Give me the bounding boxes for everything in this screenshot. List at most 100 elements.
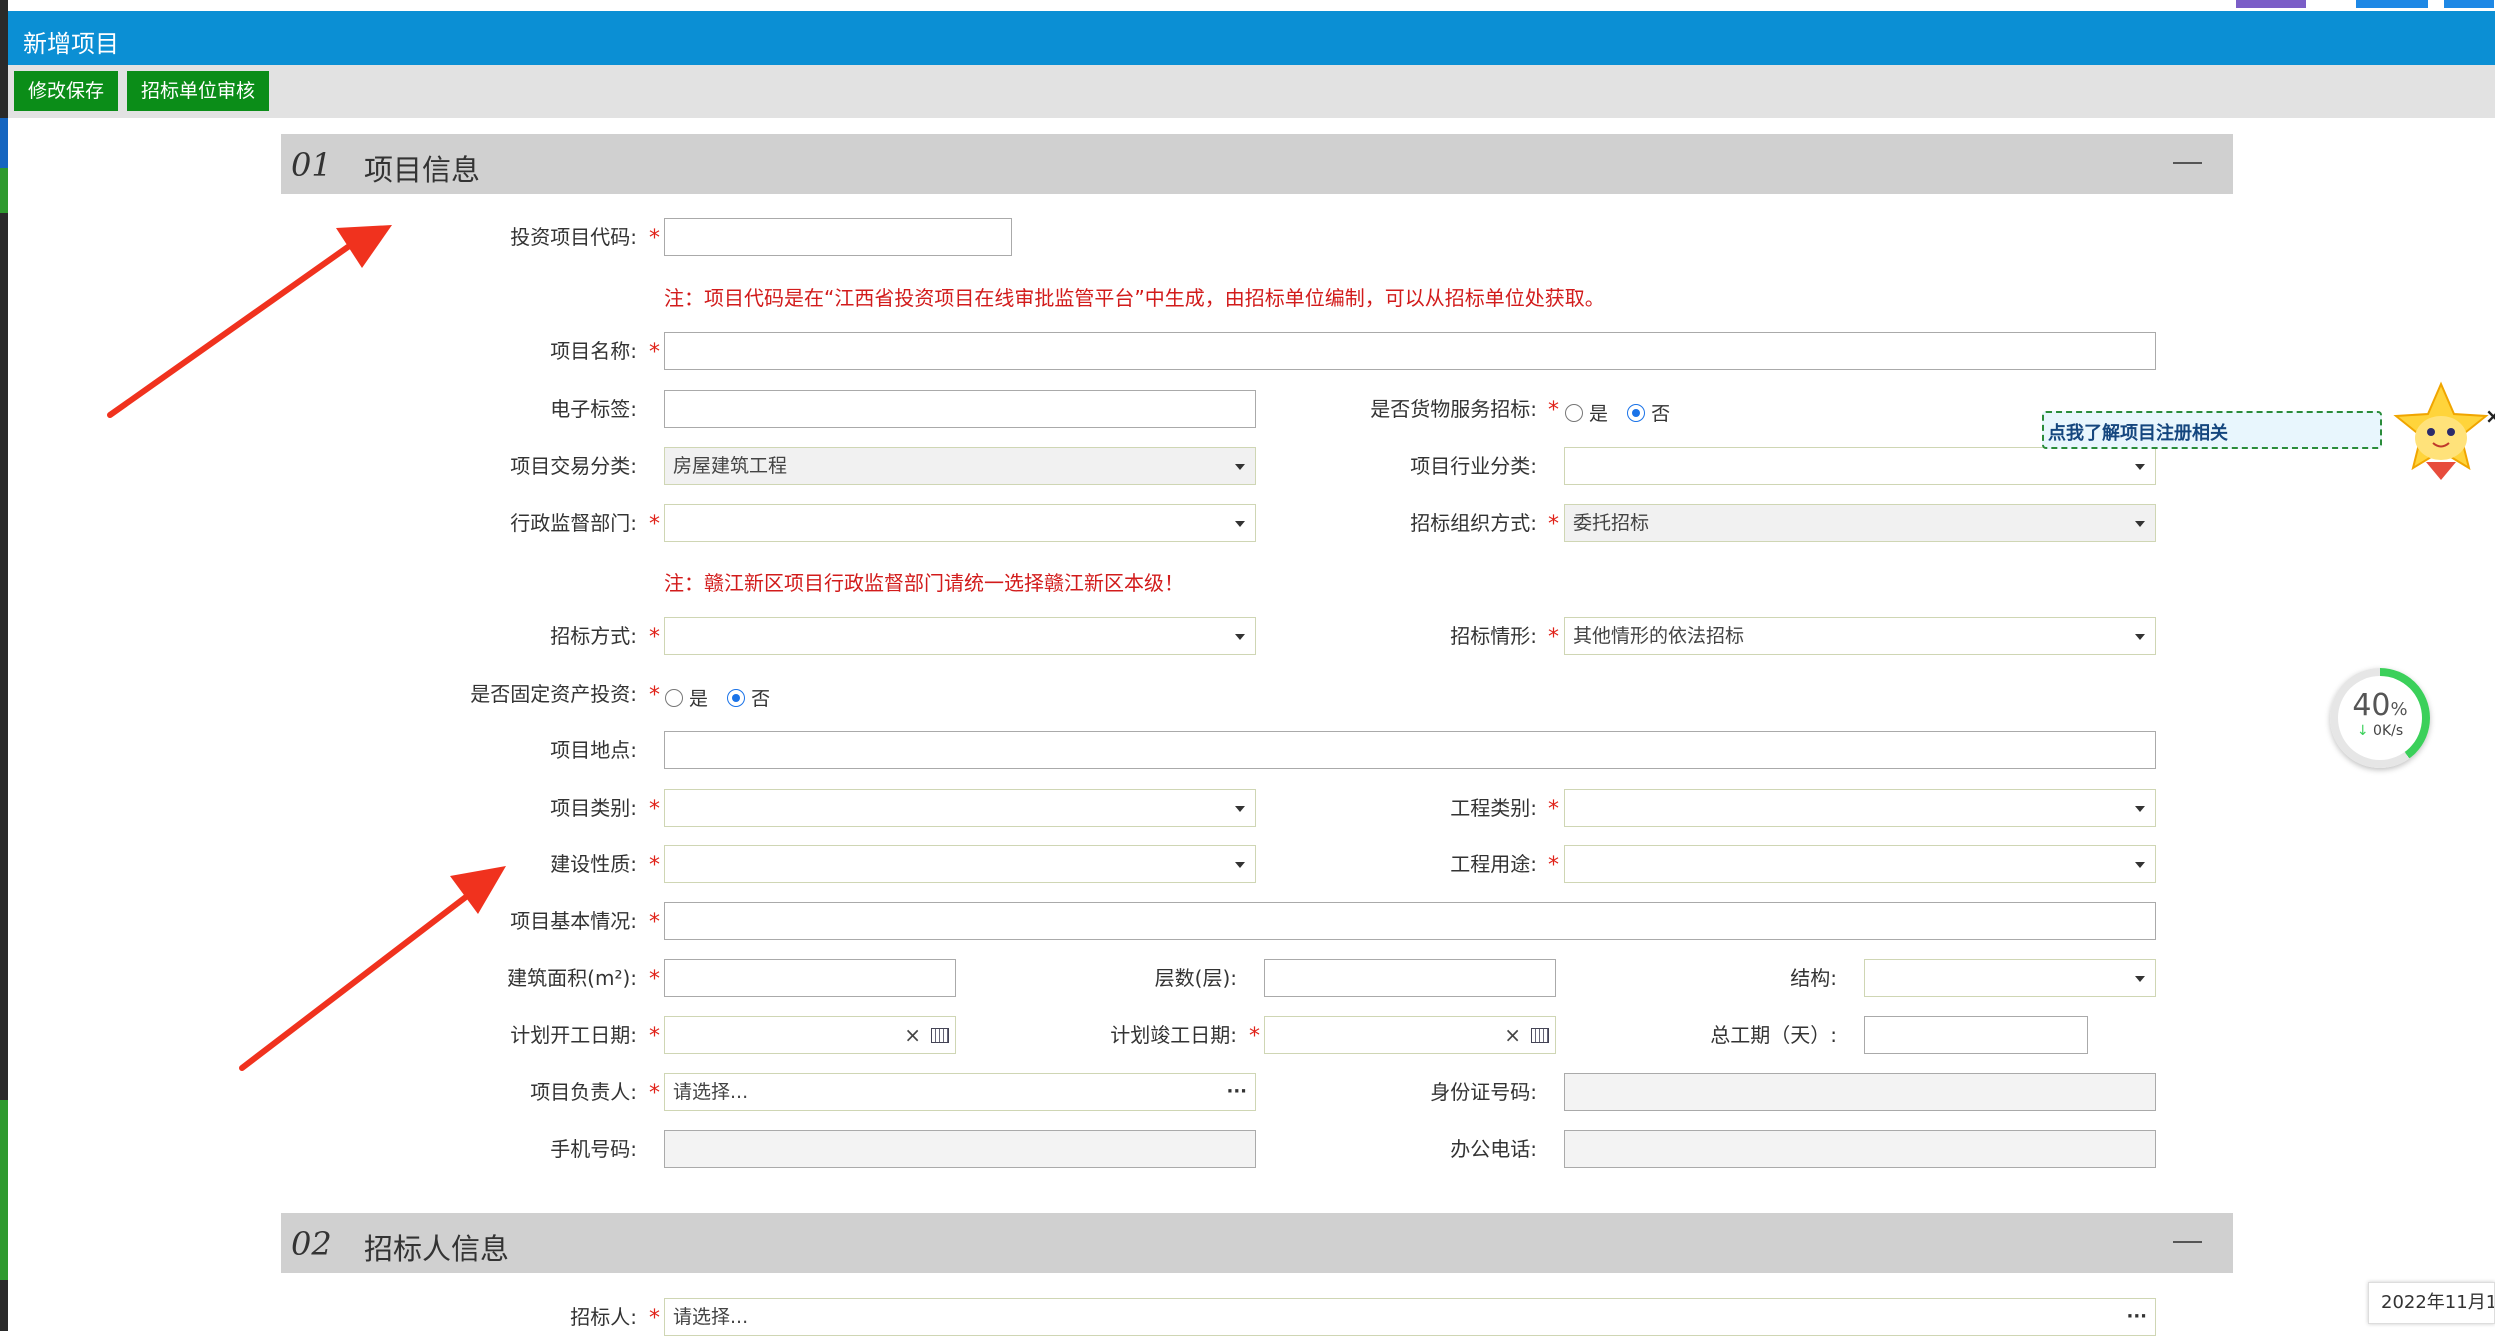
bid-situation-select[interactable]: 其他情形的依法招标 [1564, 617, 2156, 655]
manager-picker[interactable]: 请选择... ··· [664, 1073, 1256, 1111]
admin-dept-select[interactable] [664, 504, 1256, 542]
radio-label: 是 [1589, 403, 1609, 425]
top-strip-button[interactable] [2236, 0, 2306, 8]
calendar-icon[interactable] [1531, 1028, 1549, 1043]
network-speed-widget[interactable]: 40% ↓ 0K/s [2330, 668, 2430, 768]
calendar-icon[interactable] [931, 1028, 949, 1043]
location-input[interactable] [664, 731, 2156, 769]
fixed-asset-radio-group: 是 否 [665, 684, 784, 711]
required-mark: * [649, 683, 660, 708]
fixed-asset-yes-radio[interactable] [665, 688, 683, 707]
clear-icon[interactable]: × [904, 1017, 921, 1053]
trade-category-label: 项目交易分类: [510, 454, 637, 478]
finish-date-input[interactable]: × [1264, 1016, 1556, 1054]
help-tip-link[interactable]: 点我了解项目注册相关 [2042, 411, 2382, 449]
invest-code-note: 注：项目代码是在“江西省投资项目在线审批监管平台”中生成，由招标单位编制，可以从… [664, 286, 1605, 310]
goods-service-yes-radio[interactable] [1565, 403, 1583, 422]
industry-category-label: 项目行业分类: [1410, 454, 1537, 478]
required-mark: * [649, 1081, 660, 1106]
speed-value: 0K/s [2373, 723, 2404, 739]
location-label: 项目地点: [550, 738, 637, 762]
radio-label: 是 [689, 688, 709, 710]
top-strip-button[interactable] [2444, 0, 2494, 8]
project-type-select[interactable] [664, 789, 1256, 827]
floor-area-input[interactable] [664, 959, 956, 997]
more-icon[interactable]: ··· [2126, 1299, 2147, 1335]
engineering-type-label: 工程类别: [1450, 796, 1537, 820]
chevron-down-icon [2135, 464, 2145, 470]
dialog-title: 新增项目 [23, 30, 119, 58]
chevron-down-icon [1235, 634, 1245, 640]
chevron-down-icon [2135, 634, 2145, 640]
chevron-down-icon [2135, 976, 2145, 982]
left-edge-tab [0, 118, 8, 168]
collapse-icon[interactable] [2173, 162, 2202, 164]
structure-label: 结构: [1790, 966, 1837, 990]
e-tag-input[interactable] [664, 390, 1256, 428]
fixed-asset-no-radio[interactable] [727, 688, 746, 707]
admin-dept-note: 注：赣江新区项目行政监督部门请统一选择赣江新区本级！ [664, 571, 1184, 595]
bid-method-select[interactable] [664, 617, 1256, 655]
audit-button[interactable]: 招标单位审核 [127, 71, 272, 111]
finish-date-label: 计划竣工日期: [1110, 1023, 1237, 1047]
required-mark: * [1548, 625, 1559, 650]
construction-nature-select[interactable] [664, 845, 1256, 883]
industry-category-select[interactable] [1564, 447, 2156, 485]
manager-label: 项目负责人: [530, 1080, 637, 1104]
trade-category-select[interactable]: 房屋建筑工程 [664, 447, 1256, 485]
download-arrow-icon: ↓ [2356, 723, 2369, 739]
project-name-input[interactable] [664, 332, 2156, 370]
required-mark: * [1548, 797, 1559, 822]
engineering-use-select[interactable] [1564, 845, 2156, 883]
required-mark: * [1548, 398, 1559, 423]
start-date-label: 计划开工日期: [510, 1023, 637, 1047]
section-title: 项目信息 [364, 153, 481, 187]
clear-icon[interactable]: × [1504, 1017, 1521, 1053]
collapse-icon[interactable] [2173, 1241, 2202, 1243]
start-date-input[interactable]: × [664, 1016, 956, 1054]
save-button[interactable]: 修改保存 [14, 71, 121, 111]
fixed-asset-label: 是否固定资产投资: [470, 682, 637, 706]
section-header-tenderer-info[interactable]: 02 招标人信息 [281, 1213, 2233, 1273]
goods-service-label: 是否货物服务招标: [1370, 397, 1537, 421]
section-number: 02 [291, 1225, 332, 1263]
close-icon[interactable]: × [2485, 404, 2495, 428]
goods-service-no-radio[interactable] [1627, 403, 1646, 422]
dialog-titlebar: 新增项目 [8, 11, 2495, 65]
required-mark: * [649, 226, 660, 251]
required-mark: * [649, 1306, 660, 1331]
radio-label: 否 [751, 688, 771, 710]
percent-unit: % [2390, 699, 2408, 720]
office-phone-input[interactable] [1564, 1130, 2156, 1168]
speed-percent: 40 [2352, 688, 2391, 723]
structure-select[interactable] [1864, 959, 2156, 997]
required-mark: * [649, 625, 660, 650]
required-mark: * [1548, 512, 1559, 537]
mobile-input[interactable] [664, 1130, 1256, 1168]
section-number: 01 [291, 146, 332, 184]
id-number-label: 身份证号码: [1430, 1080, 1537, 1104]
tenderer-picker[interactable]: 请选择... ··· [664, 1298, 2156, 1336]
chevron-down-icon [1235, 464, 1245, 470]
annotation-arrow-icon [107, 225, 392, 418]
org-mode-select[interactable]: 委托招标 [1564, 504, 2156, 542]
left-edge-tab [0, 168, 8, 213]
chevron-down-icon [2135, 862, 2145, 868]
tenderer-placeholder: 请选择... [673, 1306, 749, 1328]
mascot-star-icon[interactable] [2388, 380, 2494, 484]
required-mark: * [649, 910, 660, 935]
more-icon[interactable]: ··· [1226, 1074, 1247, 1110]
floors-label: 层数(层): [1154, 966, 1237, 990]
construction-nature-label: 建设性质: [550, 852, 637, 876]
floors-input[interactable] [1264, 959, 1556, 997]
duration-input[interactable] [1864, 1016, 2088, 1054]
help-tip-text: 点我了解项目注册相关 [2048, 423, 2228, 444]
section-header-project-info[interactable]: 01 项目信息 [281, 134, 2233, 194]
required-mark: * [649, 340, 660, 365]
basic-info-input[interactable] [664, 902, 2156, 940]
duration-label: 总工期（天）: [1710, 1023, 1837, 1047]
top-strip-button[interactable] [2356, 0, 2428, 8]
engineering-type-select[interactable] [1564, 789, 2156, 827]
invest-code-input[interactable] [664, 218, 1012, 256]
id-number-input[interactable] [1564, 1073, 2156, 1111]
